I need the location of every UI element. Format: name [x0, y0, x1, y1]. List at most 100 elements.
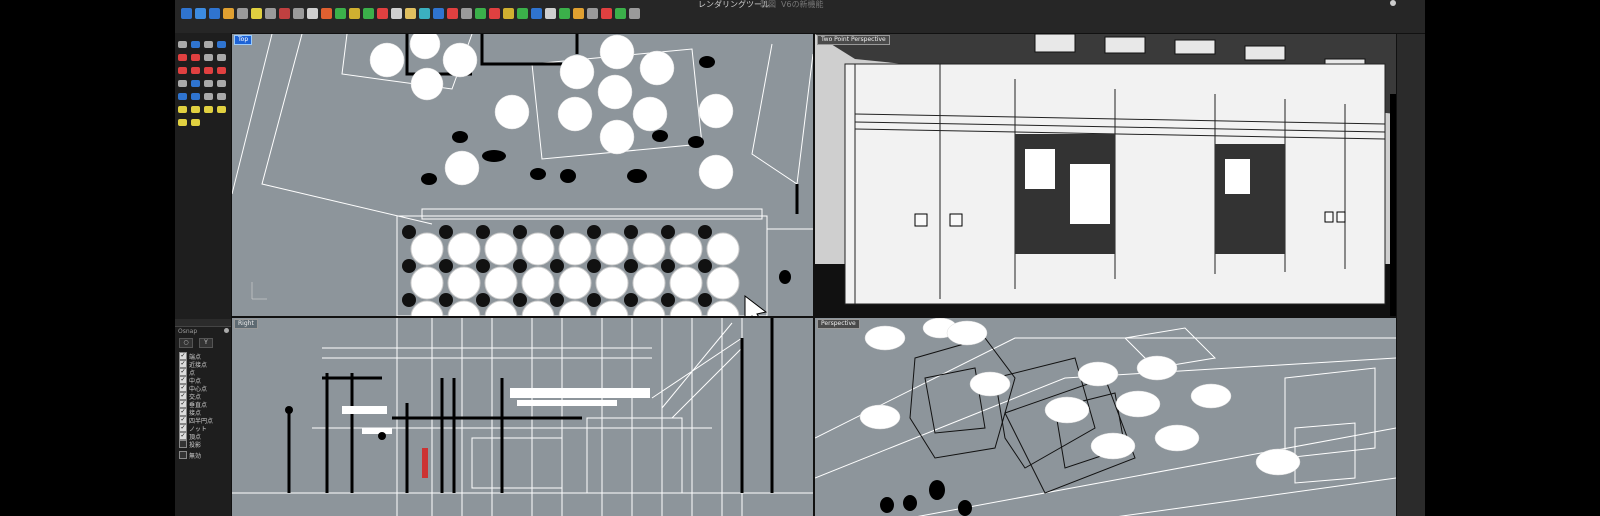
fixture-mark: [513, 259, 527, 273]
osnap-item[interactable]: ✓ 近接点: [179, 360, 232, 369]
toolbar-command-icon[interactable]: [377, 8, 388, 19]
osnap-checkbox[interactable]: ✓: [179, 392, 187, 400]
osnap-checkbox[interactable]: ✓: [179, 352, 187, 360]
toolbar-command-icon[interactable]: [545, 8, 556, 19]
tool-button-icon[interactable]: [191, 41, 200, 48]
tool-button-icon[interactable]: [178, 119, 187, 126]
viewport-two-point-perspective[interactable]: Two Point Perspective: [814, 33, 1397, 317]
osnap-checkbox[interactable]: [179, 440, 187, 448]
toolbar-command-icon[interactable]: [363, 8, 374, 19]
fixture-mark: [661, 293, 675, 307]
toolbar-command-icon[interactable]: [237, 8, 248, 19]
toolbar-command-icon[interactable]: [559, 8, 570, 19]
tool-button-icon[interactable]: [178, 67, 187, 74]
toolbar-command-icon[interactable]: [209, 8, 220, 19]
toolbar-command-icon[interactable]: [391, 8, 402, 19]
osnap-item[interactable]: ✓ 点: [179, 368, 232, 377]
osnap-item[interactable]: 投影: [179, 440, 232, 449]
tool-button-icon[interactable]: [204, 93, 213, 100]
osnap-item[interactable]: ✓ ノット: [179, 424, 232, 433]
tool-button-icon[interactable]: [204, 106, 213, 113]
toolbar-command-icon[interactable]: [615, 8, 626, 19]
toolbar-command-icon[interactable]: [419, 8, 430, 19]
fixture-mark: [587, 259, 601, 273]
tool-button-icon[interactable]: [191, 54, 200, 61]
tool-button-icon[interactable]: [178, 106, 187, 113]
viewport-label-right[interactable]: Right: [234, 319, 258, 329]
toolbar-command-icon[interactable]: [433, 8, 444, 19]
tool-button-icon[interactable]: [178, 41, 187, 48]
toolbar-command-icon[interactable]: [531, 8, 542, 19]
viewport-label-two-point[interactable]: Two Point Perspective: [817, 35, 890, 45]
tool-button-icon[interactable]: [191, 67, 200, 74]
toolbar-command-icon[interactable]: [475, 8, 486, 19]
toolbar-command-icon[interactable]: [503, 8, 514, 19]
tool-button-icon[interactable]: [217, 67, 226, 74]
osnap-checkbox[interactable]: ✓: [179, 360, 187, 368]
toolbar-command-icon[interactable]: [517, 8, 528, 19]
osnap-item[interactable]: ✓ 中心点: [179, 384, 232, 393]
tool-button-icon[interactable]: [191, 80, 200, 87]
toolbar-command-icon[interactable]: [181, 8, 192, 19]
viewport-perspective[interactable]: Perspective: [814, 317, 1397, 516]
panel-tab-circle-icon[interactable]: ○: [179, 338, 193, 348]
viewport-label-perspective[interactable]: Perspective: [817, 319, 860, 329]
osnap-checkbox[interactable]: ✓: [179, 376, 187, 384]
tool-button-icon[interactable]: [204, 67, 213, 74]
toolbar-command-icon[interactable]: [601, 8, 612, 19]
light-fixture-mark: [521, 266, 555, 300]
osnap-item[interactable]: ✓ 頂点: [179, 432, 232, 441]
toolbar-command-icon[interactable]: [573, 8, 584, 19]
toolbar-command-icon[interactable]: [279, 8, 290, 19]
tool-button-icon[interactable]: [217, 80, 226, 87]
tool-button-icon[interactable]: [178, 80, 187, 87]
toolbar-command-icon[interactable]: [293, 8, 304, 19]
tool-button-icon[interactable]: [178, 54, 187, 61]
tab-drafting[interactable]: 製図: [760, 0, 776, 10]
toolbar-command-icon[interactable]: [489, 8, 500, 19]
toolbar-command-icon[interactable]: [461, 8, 472, 19]
tool-button-icon[interactable]: [178, 93, 187, 100]
toolbar-command-icon[interactable]: [335, 8, 346, 19]
toolbar-command-icon[interactable]: [223, 8, 234, 19]
disable-checkbox[interactable]: [179, 451, 187, 459]
viewport-top[interactable]: Top: [231, 33, 814, 317]
toolbar-command-icon[interactable]: [195, 8, 206, 19]
osnap-checkbox[interactable]: ✓: [179, 432, 187, 440]
toolbar-command-icon[interactable]: [405, 8, 416, 19]
toolbar-command-icon[interactable]: [447, 8, 458, 19]
light-fixture-mark: [484, 232, 518, 266]
osnap-checkbox[interactable]: ✓: [179, 384, 187, 392]
toolbar-command-icon[interactable]: [251, 8, 262, 19]
light-fixture-mark: [632, 266, 666, 300]
tool-button-icon[interactable]: [217, 106, 226, 113]
toolbar-command-icon[interactable]: [321, 8, 332, 19]
osnap-checkbox[interactable]: ✓: [179, 400, 187, 408]
toolbar-command-icon[interactable]: [307, 8, 318, 19]
osnap-item[interactable]: ✓ 垂直点: [179, 400, 232, 409]
panel-gear-icon[interactable]: [224, 328, 229, 333]
tool-button-icon[interactable]: [204, 41, 213, 48]
tool-button-icon[interactable]: [204, 80, 213, 87]
panel-tab-filter-icon[interactable]: Y: [199, 338, 213, 348]
tool-button-icon[interactable]: [217, 41, 226, 48]
osnap-checkbox[interactable]: ✓: [179, 424, 187, 432]
osnap-disable-row[interactable]: 無効: [179, 451, 232, 460]
viewport-label-top[interactable]: Top: [234, 35, 253, 45]
toolbar-command-icon[interactable]: [265, 8, 276, 19]
osnap-checkbox[interactable]: ✓: [179, 368, 187, 376]
tool-button-icon[interactable]: [191, 106, 200, 113]
tool-button-icon[interactable]: [217, 54, 226, 61]
tool-button-icon[interactable]: [191, 93, 200, 100]
toolbar-command-icon[interactable]: [587, 8, 598, 19]
viewport-right[interactable]: Right: [231, 317, 814, 516]
tool-button-icon[interactable]: [191, 119, 200, 126]
osnap-checkbox[interactable]: ✓: [179, 408, 187, 416]
options-gear-icon[interactable]: [1390, 0, 1396, 6]
osnap-checkbox[interactable]: ✓: [179, 416, 187, 424]
tool-button-icon[interactable]: [217, 93, 226, 100]
toolbar-command-icon[interactable]: [349, 8, 360, 19]
toolbar-command-icon[interactable]: [629, 8, 640, 19]
tool-button-icon[interactable]: [204, 54, 213, 61]
tab-whats-new[interactable]: V6の新機能: [781, 0, 824, 10]
